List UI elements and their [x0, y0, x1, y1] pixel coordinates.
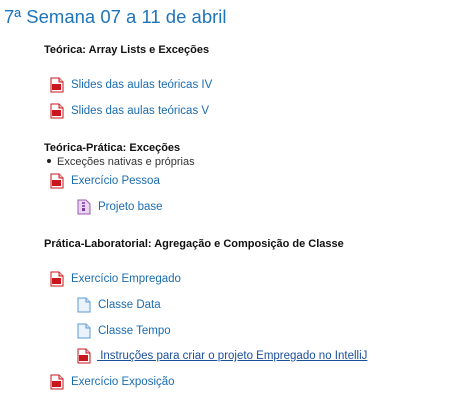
pdf-icon	[77, 348, 91, 364]
pdf-icon	[50, 271, 64, 287]
section-heading-teorica: Teórica: Array Lists e Exceções	[44, 44, 210, 56]
bullet-dot	[47, 159, 51, 164]
document-icon	[77, 297, 91, 313]
section-heading-pratica-laboratorial: Prática-Laboratorial: Agregação e Compos…	[44, 238, 344, 250]
resource-link-instrucoes-intellij[interactable]: Instruções para criar o projeto Empregad…	[97, 350, 367, 362]
pdf-icon	[50, 77, 64, 93]
resource-link-exercicio-exposicao[interactable]: Exercício Exposição	[71, 376, 175, 388]
resource-link-slides-iv[interactable]: Slides das aulas teóricas IV	[71, 79, 212, 91]
pdf-icon	[50, 103, 64, 119]
pdf-icon	[50, 173, 64, 189]
resource-link-projeto-base[interactable]: Projeto base	[98, 201, 163, 213]
resource-link-classe-tempo[interactable]: Classe Tempo	[98, 325, 171, 337]
resource-link-exercicio-pessoa[interactable]: Exercício Pessoa	[71, 175, 160, 187]
week-title: 7ª Semana 07 a 11 de abril	[4, 6, 227, 27]
bullet-item: Exceções nativas e próprias	[47, 156, 195, 168]
document-icon	[77, 323, 91, 339]
resource-link-classe-data[interactable]: Classe Data	[98, 299, 161, 311]
archive-icon	[77, 199, 91, 215]
pdf-icon	[50, 374, 64, 390]
resource-link-exercicio-empregado[interactable]: Exercício Empregado	[71, 273, 181, 285]
resource-link-slides-v[interactable]: Slides das aulas teóricas V	[71, 105, 209, 117]
section-heading-teorica-pratica: Teórica-Prática: Exceções	[44, 142, 181, 154]
bullet-text: Exceções nativas e próprias	[57, 156, 195, 168]
